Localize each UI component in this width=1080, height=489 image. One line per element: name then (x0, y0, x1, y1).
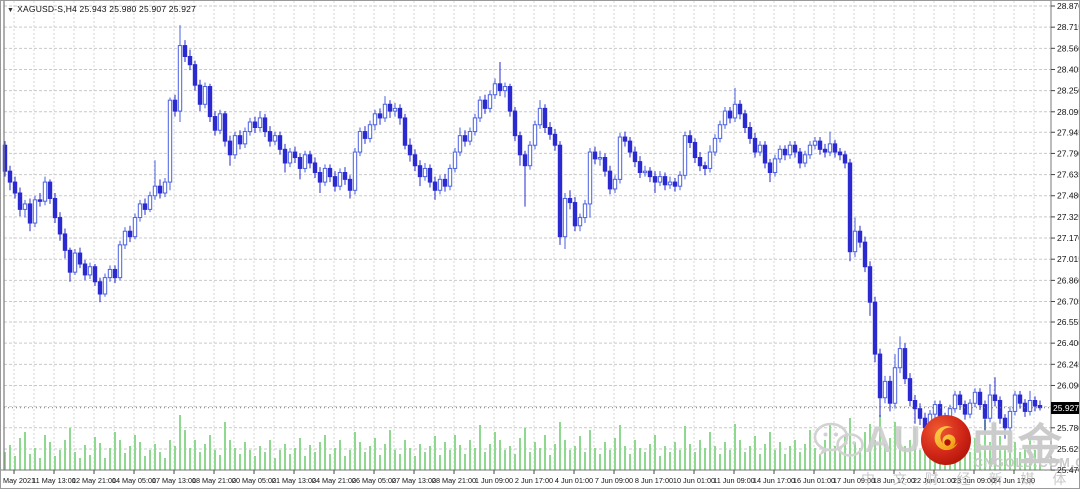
svg-text:27.015: 27.015 (1057, 254, 1080, 264)
svg-text:28.715: 28.715 (1057, 22, 1080, 32)
svg-text:25.780: 25.780 (1057, 423, 1080, 433)
svg-text:26.245: 26.245 (1057, 359, 1080, 369)
svg-text:7 Jun 09:00: 7 Jun 09:00 (595, 476, 633, 485)
svg-text:23 Jun 09:00: 23 Jun 09:00 (953, 476, 995, 485)
svg-text:27.480: 27.480 (1057, 191, 1080, 201)
svg-text:25.470: 25.470 (1057, 465, 1080, 475)
svg-text:18 May 21:00: 18 May 21:00 (192, 476, 236, 485)
svg-text:27.325: 27.325 (1057, 212, 1080, 222)
svg-text:10 May 2021: 10 May 2021 (1, 476, 35, 485)
svg-text:26.555: 26.555 (1057, 317, 1080, 327)
svg-text:8 Jun 17:00: 8 Jun 17:00 (635, 476, 673, 485)
svg-text:11 Jun 09:00: 11 Jun 09:00 (713, 476, 755, 485)
svg-text:17 Jun 09:00: 17 Jun 09:00 (833, 476, 875, 485)
svg-text:27.945: 27.945 (1057, 127, 1080, 137)
svg-text:26.400: 26.400 (1057, 338, 1080, 348)
svg-text:2 Jun 17:00: 2 Jun 17:00 (515, 476, 553, 485)
svg-text:16 Jun 01:00: 16 Jun 01:00 (793, 476, 835, 485)
svg-text:10 Jun 01:00: 10 Jun 01:00 (673, 476, 715, 485)
chart-window: 28.870 28.715 28.560 28.405 28.250 28.095 27.9… (0, 0, 1080, 489)
svg-text:26 May 05:00: 26 May 05:00 (352, 476, 396, 485)
svg-text:12 May 21:00: 12 May 21:00 (72, 476, 116, 485)
svg-text:4 Jun 01:00: 4 Jun 01:00 (555, 476, 593, 485)
current-price-badge: 25.927 (1051, 401, 1079, 414)
svg-text:28.870: 28.870 (1057, 1, 1080, 11)
svg-text:11 May 13:00: 11 May 13:00 (32, 476, 76, 485)
svg-text:21 May 13:00: 21 May 13:00 (272, 476, 316, 485)
svg-text:26.090: 26.090 (1057, 380, 1080, 390)
svg-text:26.705: 26.705 (1057, 297, 1080, 307)
svg-text:14 Jun 17:00: 14 Jun 17:00 (753, 476, 795, 485)
chart-marker-icon: ▼ (7, 7, 15, 14)
svg-text:28.560: 28.560 (1057, 43, 1080, 53)
svg-text:27.635: 27.635 (1057, 170, 1080, 180)
svg-text:27.790: 27.790 (1057, 148, 1080, 158)
chart-title-text: XAGUSD-S,H4 25.943 25.980 25.907 25.927 (17, 4, 197, 14)
svg-text:27 May 13:00: 27 May 13:00 (392, 476, 436, 485)
svg-text:1 Jun 09:00: 1 Jun 09:00 (475, 476, 513, 485)
svg-text:28.405: 28.405 (1057, 64, 1080, 74)
svg-text:20 May 05:00: 20 May 05:00 (232, 476, 276, 485)
svg-text:22 Jun 01:00: 22 Jun 01:00 (913, 476, 955, 485)
svg-text:28 May 21:00: 28 May 21:00 (432, 476, 476, 485)
svg-text:28.095: 28.095 (1057, 107, 1080, 117)
svg-text:18 Jun 17:00: 18 Jun 17:00 (873, 476, 915, 485)
price-chart-canvas[interactable]: 28.870 28.715 28.560 28.405 28.250 28.095 27.9… (1, 1, 1080, 489)
svg-text:27.170: 27.170 (1057, 233, 1080, 243)
svg-text:28.250: 28.250 (1057, 86, 1080, 96)
svg-text:17 May 13:00: 17 May 13:00 (152, 476, 196, 485)
chart-title: ▼ XAGUSD-S,H4 25.943 25.980 25.907 25.927 (7, 4, 196, 14)
svg-text:26.860: 26.860 (1057, 275, 1080, 285)
svg-text:24 May 21:00: 24 May 21:00 (312, 476, 356, 485)
svg-text:24 Jun 17:00: 24 Jun 17:00 (993, 476, 1035, 485)
svg-text:14 May 05:00: 14 May 05:00 (112, 476, 156, 485)
svg-text:25.625: 25.625 (1057, 444, 1080, 454)
